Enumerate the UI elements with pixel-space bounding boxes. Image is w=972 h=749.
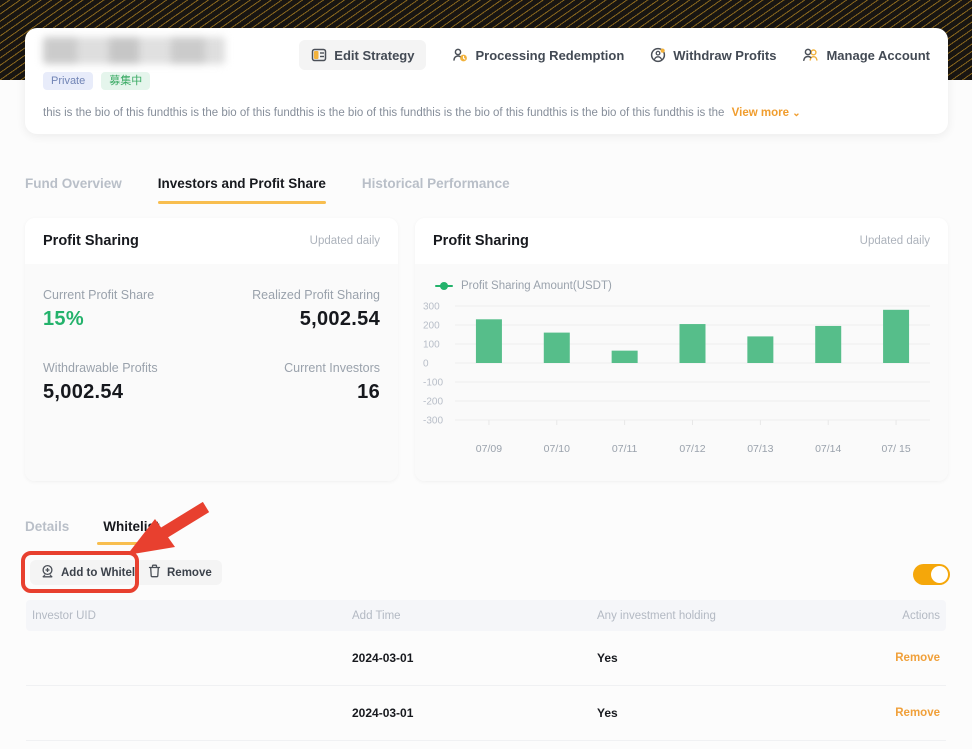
holding-cell: Yes [597,706,887,720]
badge-row: Private 募集中 [43,72,150,90]
whitelist-toggle[interactable] [913,564,950,585]
chart-card-body: Profit Sharing Amount(USDT) 300 200 100 0 -1… [415,264,948,481]
svg-text:07/12: 07/12 [679,443,705,455]
add-to-whitelist-icon [40,564,55,582]
row-remove-link[interactable]: Remove [887,707,940,719]
svg-text:07/09: 07/09 [476,443,502,455]
svg-text:200: 200 [423,321,440,332]
page: Private 募集中 Edit Strategy Processing Red… [0,0,972,749]
processing-redemption-label: Processing Redemption [475,48,624,63]
manage-account-icon [802,47,819,63]
processing-redemption-button[interactable]: Processing Redemption [452,47,624,63]
summary-updated-label: Updated daily [310,235,380,247]
stat-label: Current Profit Share [43,288,212,302]
table-row: 2024-03-01 Yes Remove [26,631,946,686]
private-badge: Private [43,72,93,90]
header-investor-uid: Investor UID [32,610,352,622]
stat-withdrawable-profits: Withdrawable Profits 5,002.54 [43,361,212,404]
profit-sharing-chart-card: Profit Sharing Updated daily Profit Shar… [415,218,948,481]
manage-account-button[interactable]: Manage Account [802,47,930,63]
bio-row: this is the bio of this fundthis is the … [43,107,930,119]
main-tab-bar: Fund Overview Investors and Profit Share… [25,176,510,204]
svg-text:-200: -200 [423,397,443,408]
svg-text:-100: -100 [423,378,443,389]
row-remove-link[interactable]: Remove [887,652,940,664]
chart-card-title: Profit Sharing [433,233,529,249]
tab-fund-overview[interactable]: Fund Overview [25,176,122,204]
summary-card-title: Profit Sharing [43,233,139,249]
view-more-label: View more [732,107,789,119]
stat-value: 16 [212,381,381,404]
stat-value: 5,002.54 [212,308,381,331]
edit-strategy-button[interactable]: Edit Strategy [299,40,426,70]
tab-investors-profit-share[interactable]: Investors and Profit Share [158,176,326,204]
summary-card-body: Current Profit Share 15% Realized Profit… [25,264,398,481]
chart-card-header: Profit Sharing Updated daily [415,218,948,264]
stat-value: 5,002.54 [43,381,212,404]
stat-realized-profit-sharing: Realized Profit Sharing 5,002.54 [212,288,381,331]
chart-updated-label: Updated daily [860,235,930,247]
tab-details[interactable]: Details [25,519,69,545]
stat-label: Realized Profit Sharing [212,288,381,302]
summary-card-header: Profit Sharing Updated daily [25,218,398,264]
svg-text:07/14: 07/14 [815,443,841,455]
svg-text:07/ 15: 07/ 15 [881,443,910,455]
edit-strategy-label: Edit Strategy [334,48,414,63]
legend-label: Profit Sharing Amount(USDT) [461,280,612,292]
svg-text:300: 300 [423,302,440,313]
svg-text:0: 0 [423,359,429,370]
profit-chart: 300 200 100 0 -100 -200 -300 07/09 07/10 07/11 07/… [421,300,936,458]
table-header-row: Investor UID Add Time Any investment hol… [26,600,946,631]
svg-text:-300: -300 [423,416,443,427]
stat-value: 15% [43,308,212,331]
stat-label: Current Investors [212,361,381,375]
header-actions: Edit Strategy Processing Redemption With… [299,40,930,70]
add-time-cell: 2024-03-01 [352,651,597,665]
stat-label: Withdrawable Profits [43,361,212,375]
stat-current-investors: Current Investors 16 [212,361,381,404]
legend-marker-icon [435,285,453,287]
recruiting-badge: 募集中 [101,72,150,90]
processing-redemption-icon [452,47,468,63]
whitelist-table: Investor UID Add Time Any investment hol… [26,600,946,741]
view-more-link[interactable]: View more ⌄ [732,107,801,119]
chart-legend: Profit Sharing Amount(USDT) [415,264,948,292]
table-row: 2024-03-01 Yes Remove [26,686,946,741]
withdraw-profits-label: Withdraw Profits [673,48,776,63]
holding-cell: Yes [597,651,887,665]
detail-tab-bar: Details Whitelist [25,519,160,545]
manage-account-label: Manage Account [826,48,930,63]
tab-historical-performance[interactable]: Historical Performance [362,176,510,204]
add-time-cell: 2024-03-01 [352,706,597,720]
svg-text:07/11: 07/11 [612,443,638,455]
remove-button[interactable]: Remove [138,560,222,585]
profit-sharing-summary-card: Profit Sharing Updated daily Current Pro… [25,218,398,481]
trash-icon [148,564,161,581]
fund-name-placeholder [43,37,225,64]
svg-text:07/13: 07/13 [747,443,773,455]
add-to-whitelist-label: Add to Whitelist [61,567,149,579]
header-add-time: Add Time [352,610,597,622]
svg-text:07/10: 07/10 [544,443,570,455]
withdraw-profits-icon [650,47,666,63]
stat-current-profit-share: Current Profit Share 15% [43,288,212,331]
withdraw-profits-button[interactable]: Withdraw Profits [650,47,776,63]
edit-strategy-icon [311,47,327,63]
header-investment-holding: Any investment holding [597,610,887,622]
fund-header-card: Private 募集中 Edit Strategy Processing Red… [25,28,948,134]
tab-whitelist[interactable]: Whitelist [103,519,159,545]
chevron-down-icon: ⌄ [792,108,800,119]
toggle-knob [931,566,948,583]
svg-text:100: 100 [423,340,440,351]
header-actions: Actions [887,610,940,622]
remove-button-label: Remove [167,567,212,579]
fund-bio-text: this is the bio of this fundthis is the … [43,107,724,119]
